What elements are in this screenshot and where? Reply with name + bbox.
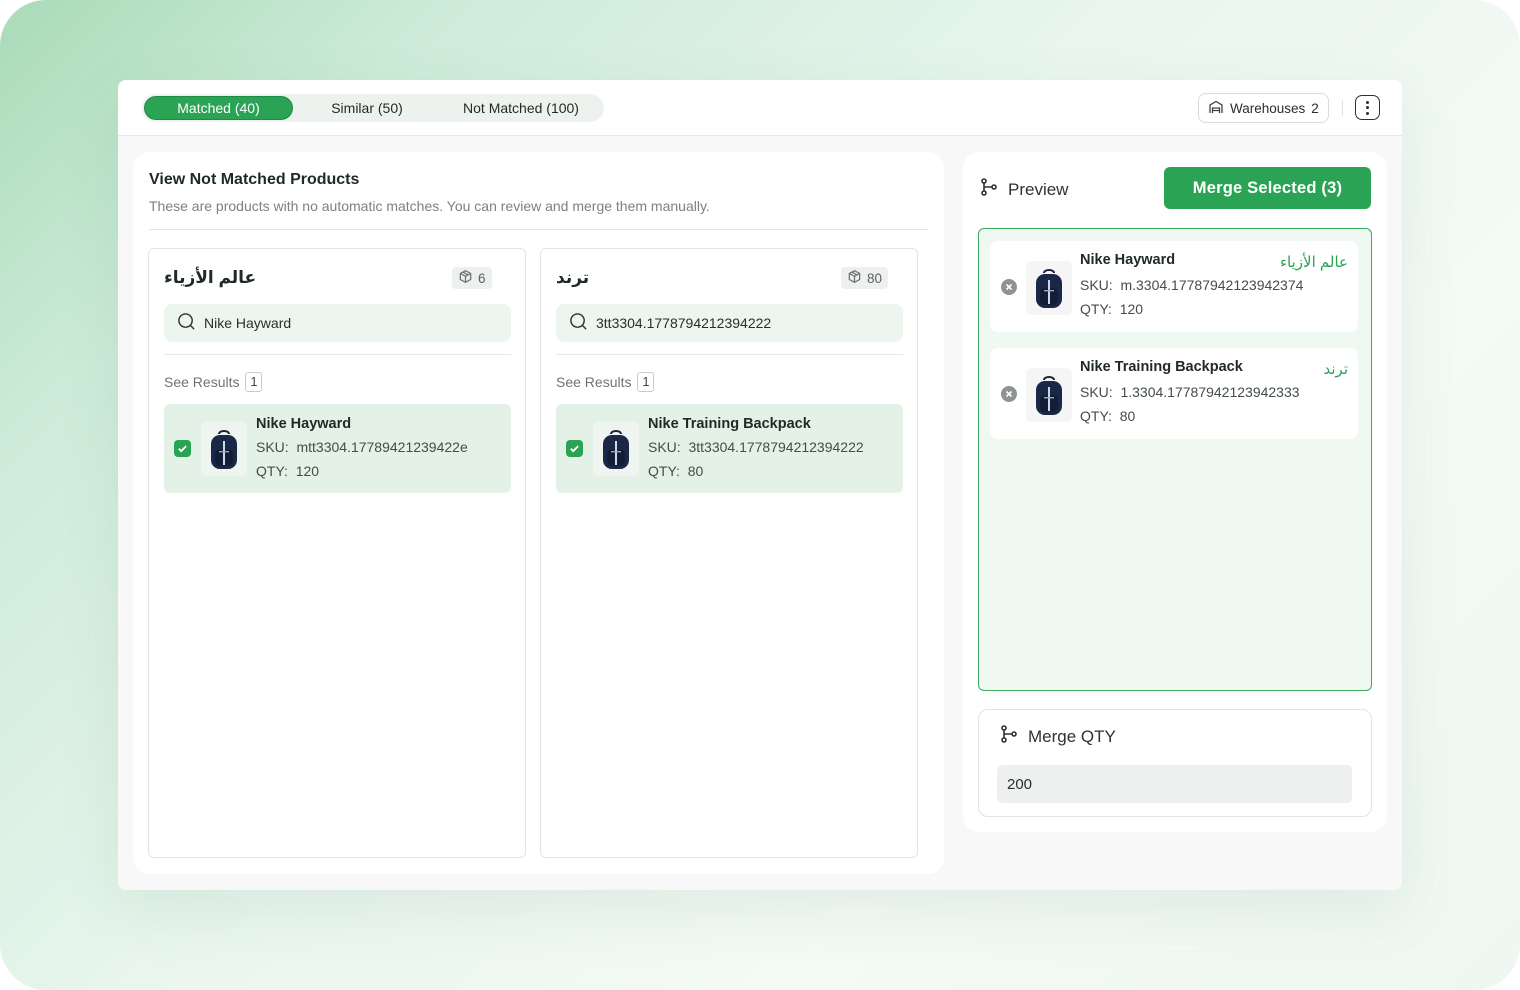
remove-icon[interactable]	[1001, 386, 1017, 402]
divider	[164, 354, 511, 355]
results-count: 1	[637, 372, 655, 392]
not-matched-panel: View Not Matched Products These are prod…	[133, 152, 944, 874]
match-tabs: Matched (40) Similar (50) Not Matched (1…	[142, 94, 604, 122]
product-sku: SKU: 3tt3304.1778794212394222	[648, 439, 864, 455]
see-results-label: See Results	[164, 374, 240, 390]
warehouses-label: Warehouses	[1230, 100, 1306, 116]
warehouses-button[interactable]: Warehouses 2	[1198, 93, 1329, 123]
merge-icon	[1000, 725, 1018, 748]
page-background: Matched (40) Similar (50) Not Matched (1…	[0, 0, 1520, 990]
top-bar: Matched (40) Similar (50) Not Matched (1…	[118, 80, 1402, 136]
warehouse-icon	[1208, 99, 1224, 118]
store-tag: عالم الأزياء	[1279, 254, 1348, 271]
remove-icon[interactable]	[1001, 279, 1017, 295]
merge-qty-label: Merge QTY	[1028, 726, 1116, 746]
warehouses-count: 2	[1311, 100, 1319, 116]
product-count: 80	[867, 270, 883, 286]
store-column-1: عالم الأزياء 6 Nike Hayward See Results	[148, 248, 526, 858]
select-checkbox[interactable]	[174, 440, 191, 457]
store-name: عالم الأزياء	[164, 268, 257, 287]
product-name: Nike Training Backpack	[648, 416, 811, 432]
result-item[interactable]: Nike Hayward SKU: mtt3304.17789421239422…	[164, 404, 511, 493]
preview-label: Preview	[1008, 179, 1069, 199]
preview-panel: Preview Merge Selected (3) Nike Hayward …	[963, 152, 1387, 832]
box-icon	[847, 269, 862, 287]
product-image	[593, 422, 639, 476]
divider	[1342, 100, 1343, 116]
preview-item: Nike Training Backpack ترند SKU: 1.3304.…	[990, 348, 1358, 439]
see-results-label: See Results	[556, 374, 632, 390]
kebab-vertical-icon[interactable]	[1355, 95, 1380, 120]
product-sku: SKU: 1.3304.17787942123942333	[1080, 384, 1300, 400]
store-column-2: ترند 80 3tt3304.1778794212394222 See Res…	[540, 248, 918, 858]
merge-qty-input[interactable]	[997, 765, 1352, 803]
preview-item: Nike Hayward عالم الأزياء SKU: m.3304.17…	[990, 241, 1358, 332]
product-count-badge: 80	[841, 267, 889, 289]
app-window: Matched (40) Similar (50) Not Matched (1…	[118, 80, 1402, 890]
product-name: Nike Training Backpack	[1080, 359, 1243, 375]
see-results: See Results 1	[556, 372, 655, 392]
preview-header: Preview	[980, 178, 1068, 201]
select-checkbox[interactable]	[566, 440, 583, 457]
product-name: Nike Hayward	[1080, 252, 1176, 268]
merge-qty-section: Merge QTY	[978, 709, 1372, 817]
product-qty: QTY: 80	[648, 463, 704, 479]
product-image	[1026, 368, 1072, 422]
divider	[556, 354, 903, 355]
search-icon	[569, 312, 588, 334]
product-name: Nike Hayward	[256, 416, 352, 432]
store-name: ترند	[556, 268, 590, 287]
result-item[interactable]: Nike Training Backpack SKU: 3tt3304.1778…	[556, 404, 903, 493]
product-qty: QTY: 120	[1080, 301, 1144, 317]
product-qty: QTY: 120	[256, 463, 320, 479]
merge-selected-button[interactable]: Merge Selected (3)	[1164, 167, 1371, 209]
search-input[interactable]: Nike Hayward	[164, 304, 511, 342]
product-image	[201, 422, 247, 476]
store-tag: ترند	[1323, 361, 1349, 378]
product-count-badge: 6	[452, 267, 492, 289]
tab-not-matched[interactable]: Not Matched (100)	[441, 96, 601, 120]
panel-subtitle: These are products with no automatic mat…	[149, 198, 710, 214]
preview-list: Nike Hayward عالم الأزياء SKU: m.3304.17…	[978, 228, 1372, 691]
tab-matched[interactable]: Matched (40)	[144, 96, 293, 120]
search-input[interactable]: 3tt3304.1778794212394222	[556, 304, 903, 342]
merge-icon	[980, 178, 998, 201]
search-icon	[177, 312, 196, 334]
product-qty: QTY: 80	[1080, 408, 1136, 424]
results-count: 1	[245, 372, 263, 392]
merge-qty-header: Merge QTY	[1000, 725, 1116, 748]
tab-similar[interactable]: Similar (50)	[293, 96, 441, 120]
search-value: Nike Hayward	[204, 315, 292, 331]
search-value: 3tt3304.1778794212394222	[596, 315, 772, 331]
panel-title: View Not Matched Products	[149, 171, 360, 188]
product-count: 6	[478, 270, 486, 286]
product-sku: SKU: mtt3304.17789421239422e	[256, 439, 468, 455]
product-image	[1026, 261, 1072, 315]
divider	[149, 229, 928, 230]
product-sku: SKU: m.3304.17787942123942374	[1080, 277, 1304, 293]
see-results: See Results 1	[164, 372, 263, 392]
box-icon	[458, 269, 473, 287]
